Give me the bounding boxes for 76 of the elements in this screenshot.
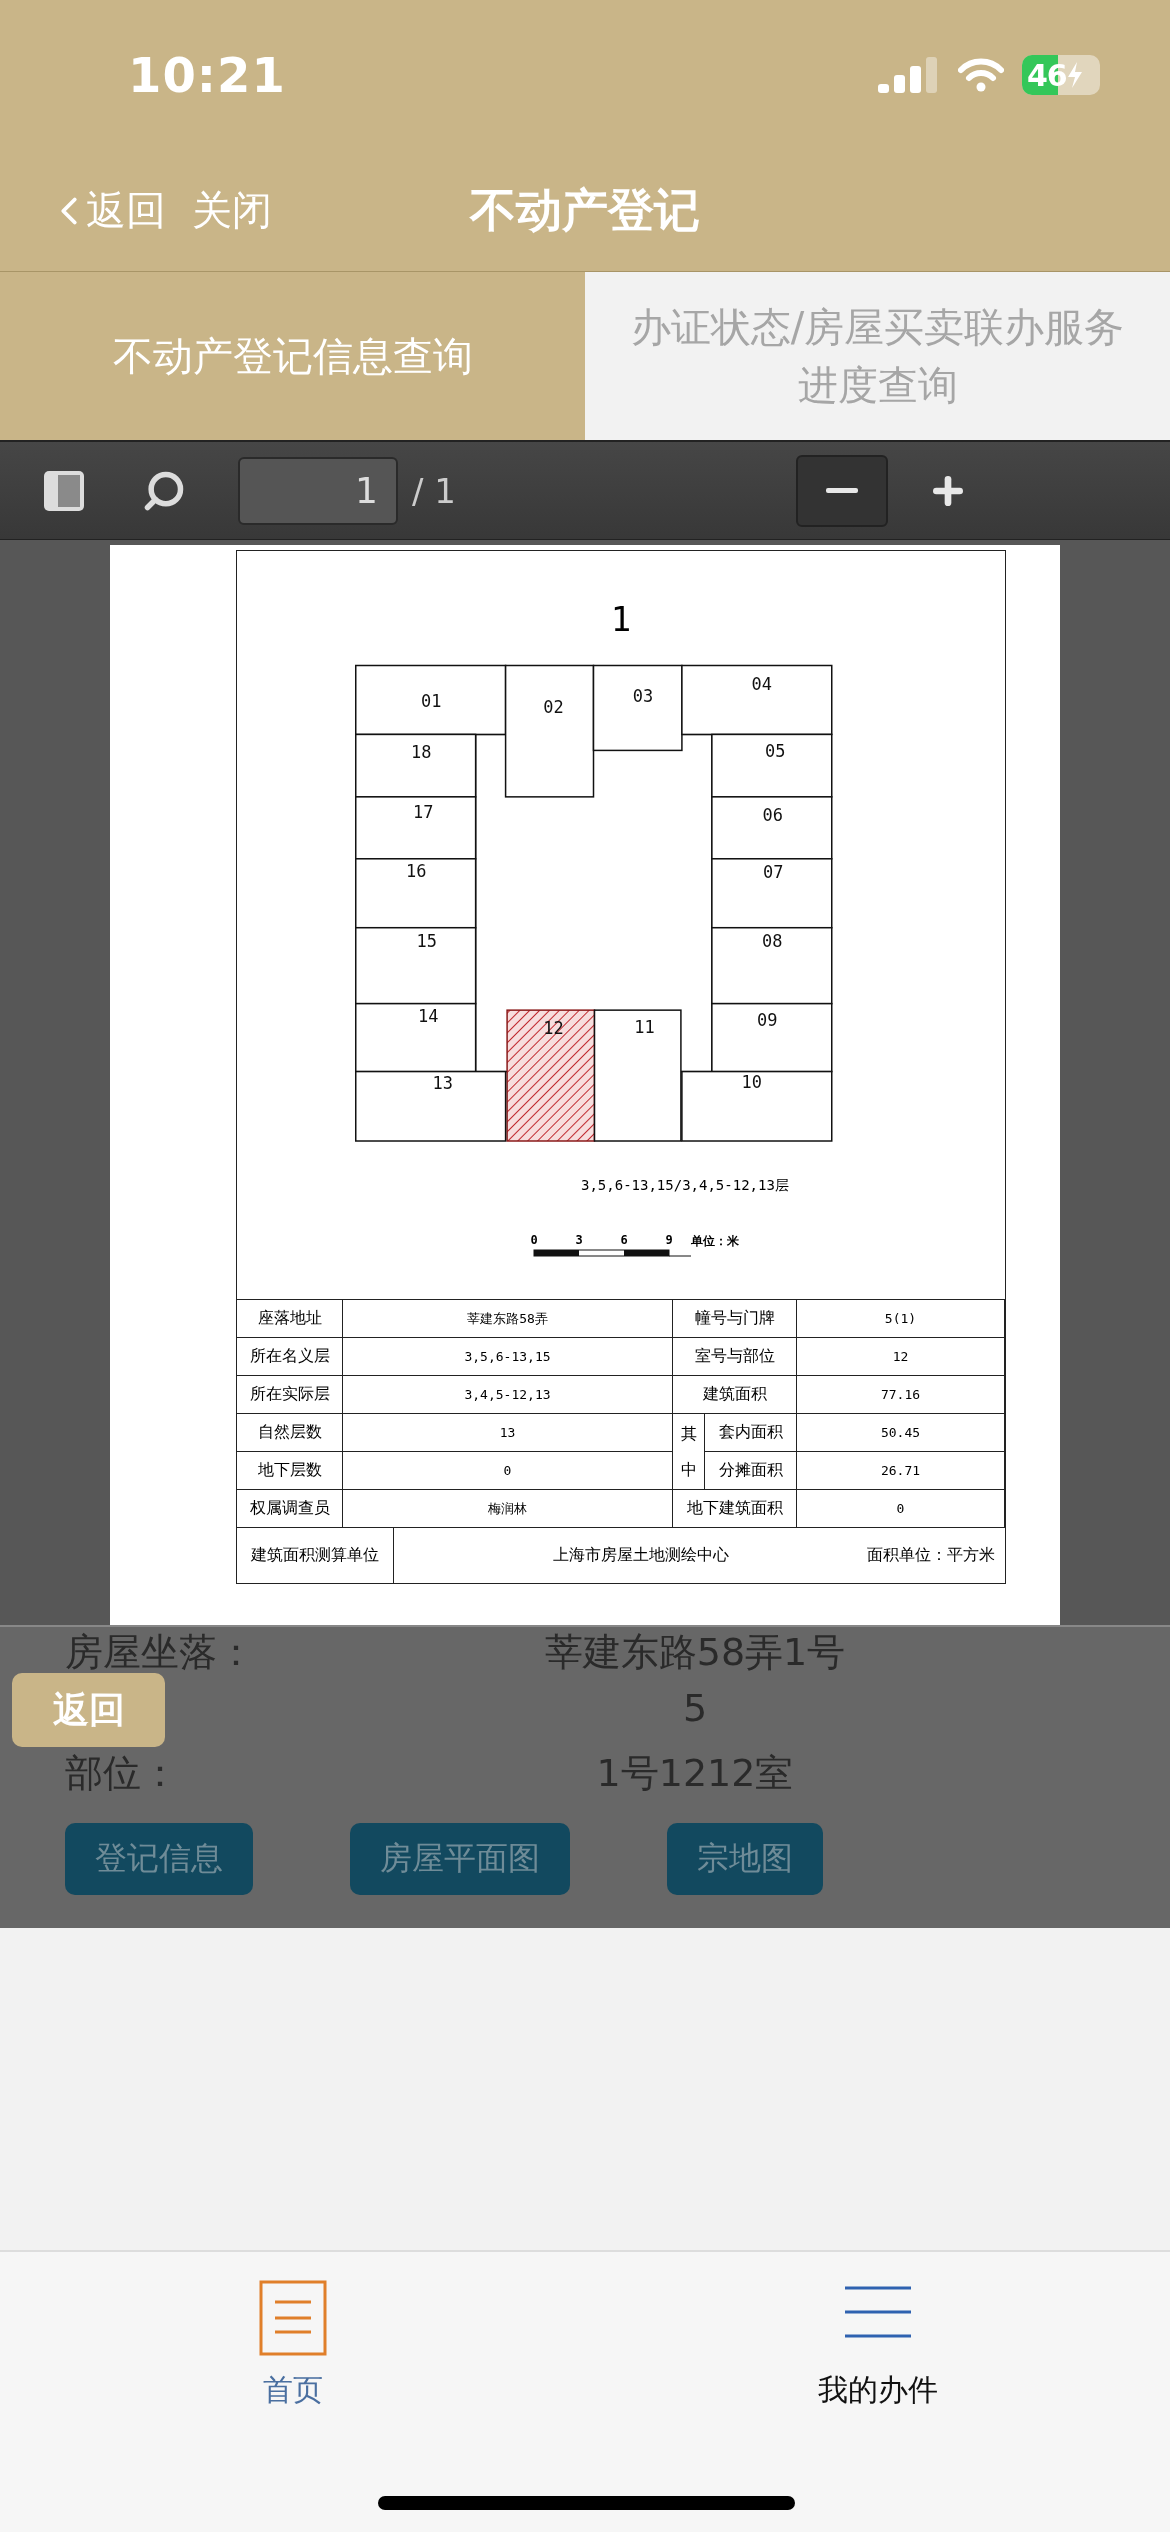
room-number: 17 [412,802,434,823]
signal-icon [878,57,940,93]
table-label: 室号与部位 [673,1338,797,1376]
table-cell: 梅润林 [343,1490,673,1528]
scale-tick-label: 6 [620,1233,628,1247]
room-number: 06 [762,804,784,825]
back-link[interactable]: 返回 [46,183,166,238]
query-tab[interactable]: 不动产登记信息查询 [0,272,585,440]
page-total: / 1 [412,470,456,511]
scale-tick-label: 9 [665,1233,673,1247]
table-label: 所在名义层 [237,1338,343,1376]
bottom-tab[interactable]: 首页 [0,2252,585,2422]
table-cell: 12 [797,1338,1005,1376]
detail-value: 1号1212室 [595,1749,795,1797]
document-icon [258,2280,327,2356]
status-time: 10:21 [128,47,286,103]
close-link[interactable]: 关闭 [192,183,272,238]
table-cell: 3,5,6-13,15 [343,1338,673,1376]
room-number: 15 [416,931,437,952]
page-number-field[interactable]: 1 [238,456,398,525]
table-cell: 0 [797,1490,1005,1528]
bottom-tab[interactable]: 我的办件 [585,2252,1170,2422]
room-number: 18 [410,742,432,763]
minus-icon [825,488,858,493]
floor-note: 3,5,6-13,15/3,4,5-12,13层 [581,1176,790,1195]
table-cell: 50.45 [797,1414,1005,1452]
detail-button[interactable]: 房屋平面图 [350,1823,570,1895]
room-number: 14 [417,1006,439,1027]
detail-value: 5 [681,1686,709,1730]
table-cell: 5(1) [797,1300,1005,1338]
wifi-icon [958,58,1004,92]
room-number: 11 [634,1017,655,1038]
table-cell: 13 [343,1414,673,1452]
table-cell: 0 [343,1452,673,1490]
table-cell: 26.71 [797,1452,1005,1490]
table-cell: 77.16 [797,1376,1005,1414]
table-label: 地下建筑面积 [673,1490,797,1528]
room-number: 10 [741,1072,763,1093]
table-cell-text: 上海市房屋土地测绘中心 [551,1545,730,1566]
sidebar-toggle-icon[interactable] [42,468,86,513]
detail-label: 房屋坐落： [65,1629,256,1676]
zoom-out-button[interactable] [795,454,888,527]
table-label: 幢号与门牌 [673,1300,797,1338]
room-number: 05 [765,741,786,762]
table-label: 所在实际层 [237,1376,343,1414]
table-cell: 3,4,5-12,13 [343,1376,673,1414]
room-number: 04 [751,673,773,694]
detail-value: 莘建东路58弄1号 [543,1629,847,1676]
table-label: 套内面积 [705,1414,797,1452]
room-number: 02 [543,697,564,718]
room-number: 13 [432,1073,453,1094]
table-label: 建筑面积 [673,1376,797,1414]
table-label: 自然层数 [237,1414,343,1452]
table-label: 分摊面积 [705,1452,797,1490]
group-label: 其中 [680,1423,697,1481]
page-title: 不动产登记 [468,181,701,239]
room-number: 03 [632,685,654,706]
plan-title: 1 [609,599,633,639]
table-cell: 莘建东路58弄 [343,1300,673,1338]
back-button[interactable]: 返回 [12,1673,165,1747]
area-unit: 面积单位：平方米 [867,1545,996,1566]
table-label: 权属调查员 [237,1490,343,1528]
detail-button[interactable]: 登记信息 [65,1823,253,1895]
room-number: 08 [762,931,783,952]
room-number: 16 [405,860,427,881]
room-number: 07 [763,861,784,882]
scale-tick-label: 3 [575,1233,583,1247]
room-number: 01 [420,691,442,712]
table-label: 建筑面积测算单位 [237,1528,394,1583]
scale-unit: 单位：米 [691,1234,739,1248]
table-label: 地下层数 [237,1452,343,1490]
scale-tick-label: 0 [531,1233,538,1247]
table-label: 座落地址 [237,1300,343,1338]
detail-label: 部位： [65,1749,180,1797]
room-number: 09 [757,1009,778,1030]
detail-button[interactable]: 宗地图 [667,1823,823,1895]
